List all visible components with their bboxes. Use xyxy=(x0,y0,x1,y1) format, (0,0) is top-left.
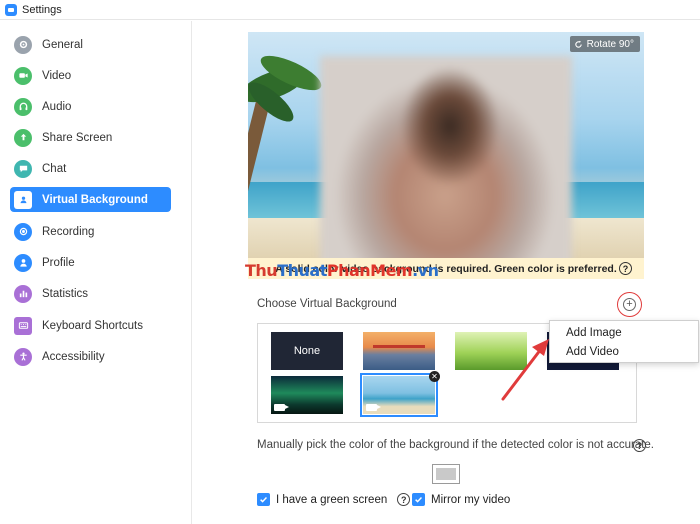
person-card-icon xyxy=(14,190,32,209)
video-icon xyxy=(274,404,289,411)
sidebar-item-label: Statistics xyxy=(42,287,89,300)
sidebar-item-label: General xyxy=(42,38,83,51)
video-icon xyxy=(366,404,381,411)
zoom-app-icon xyxy=(5,3,17,16)
color-picker-swatch[interactable] xyxy=(432,464,460,484)
sidebar-item-label: Recording xyxy=(42,225,95,238)
chat-icon xyxy=(14,159,32,178)
watermark-part: Thu xyxy=(245,261,278,280)
sidebar-item-profile[interactable]: Profile xyxy=(10,250,171,275)
sidebar-item-keyboard-shortcuts[interactable]: Keyboard Shortcuts xyxy=(10,313,171,338)
gear-icon xyxy=(14,35,32,54)
menu-item-add-image[interactable]: Add Image xyxy=(566,327,622,339)
sidebar-item-label: Accessibility xyxy=(42,350,105,363)
menu-item-add-video[interactable]: Add Video xyxy=(566,346,619,358)
sidebar-item-label: Chat xyxy=(42,162,67,175)
accessibility-icon xyxy=(14,347,32,366)
background-none-label: None xyxy=(293,345,321,357)
window-title: Settings xyxy=(22,3,62,16)
checkbox-checked[interactable] xyxy=(412,493,425,506)
help-icon[interactable]: ? xyxy=(633,439,646,452)
sidebar-item-label: Video xyxy=(42,69,72,82)
sidebar-item-general[interactable]: General xyxy=(10,32,171,57)
sidebar-item-audio[interactable]: Audio xyxy=(10,94,171,119)
rotate-button[interactable]: Rotate 90° xyxy=(569,36,640,52)
sidebar-item-virtual-background[interactable]: Virtual Background xyxy=(10,187,171,212)
sidebar-item-label: Share Screen xyxy=(42,131,113,144)
watermark-part: .vn xyxy=(412,261,439,280)
statistics-icon xyxy=(14,284,32,303)
sidebar-item-statistics[interactable]: Statistics xyxy=(10,281,171,306)
video-preview: Rotate 90° A solid color video backgroun… xyxy=(248,32,644,279)
sidebar-item-recording[interactable]: Recording xyxy=(10,219,171,244)
title-bar: Settings xyxy=(0,0,700,20)
sidebar-item-label: Virtual Background xyxy=(42,193,148,206)
mirror-video-checkbox[interactable]: Mirror my video xyxy=(412,493,510,506)
blurred-person xyxy=(320,56,572,279)
add-background-button[interactable]: + xyxy=(623,298,636,311)
add-background-menu: Add Image Add Video xyxy=(549,320,699,363)
choose-background-label: Choose Virtual Background xyxy=(257,298,397,310)
rotate-label: Rotate 90° xyxy=(586,38,634,50)
watermark-part: Thuat xyxy=(277,261,327,280)
video-icon xyxy=(14,66,32,85)
manual-color-text: Manually pick the color of the backgroun… xyxy=(257,439,654,451)
background-aurora[interactable] xyxy=(271,376,343,414)
virtual-background-panel: Rotate 90° A solid color video backgroun… xyxy=(193,21,700,524)
sidebar-item-share-screen[interactable]: Share Screen xyxy=(10,125,171,150)
sidebar-item-chat[interactable]: Chat xyxy=(10,156,171,181)
sidebar-item-label: Audio xyxy=(42,100,72,113)
help-icon[interactable]: ? xyxy=(619,262,632,275)
watermark-logo: ThuThuatPhanMem.vn xyxy=(245,261,439,280)
background-none[interactable]: None xyxy=(271,332,343,370)
keyboard-icon xyxy=(14,316,32,335)
green-screen-label: I have a green screen xyxy=(276,493,388,506)
checkbox-checked[interactable] xyxy=(257,493,270,506)
help-icon[interactable]: ? xyxy=(397,493,411,506)
watermark-part: PhanMem xyxy=(326,261,413,280)
background-beach[interactable]: ✕ xyxy=(360,371,440,417)
headphones-icon xyxy=(14,97,32,116)
background-golden-gate[interactable] xyxy=(363,332,435,370)
profile-icon xyxy=(14,253,32,272)
background-grass[interactable] xyxy=(455,332,527,370)
rotate-icon xyxy=(574,40,582,48)
green-screen-checkbox[interactable]: I have a green screen ? xyxy=(257,493,411,506)
sidebar-item-label: Keyboard Shortcuts xyxy=(42,319,144,332)
mirror-video-label: Mirror my video xyxy=(431,493,511,506)
record-icon xyxy=(14,222,32,241)
settings-sidebar: General Video Audio Share Screen Chat Vi… xyxy=(0,21,192,524)
sidebar-item-label: Profile xyxy=(42,256,75,269)
sidebar-item-accessibility[interactable]: Accessibility xyxy=(10,344,171,369)
sidebar-item-video[interactable]: Video xyxy=(10,63,171,88)
share-screen-icon xyxy=(14,128,32,147)
delete-background-icon[interactable]: ✕ xyxy=(429,371,440,382)
